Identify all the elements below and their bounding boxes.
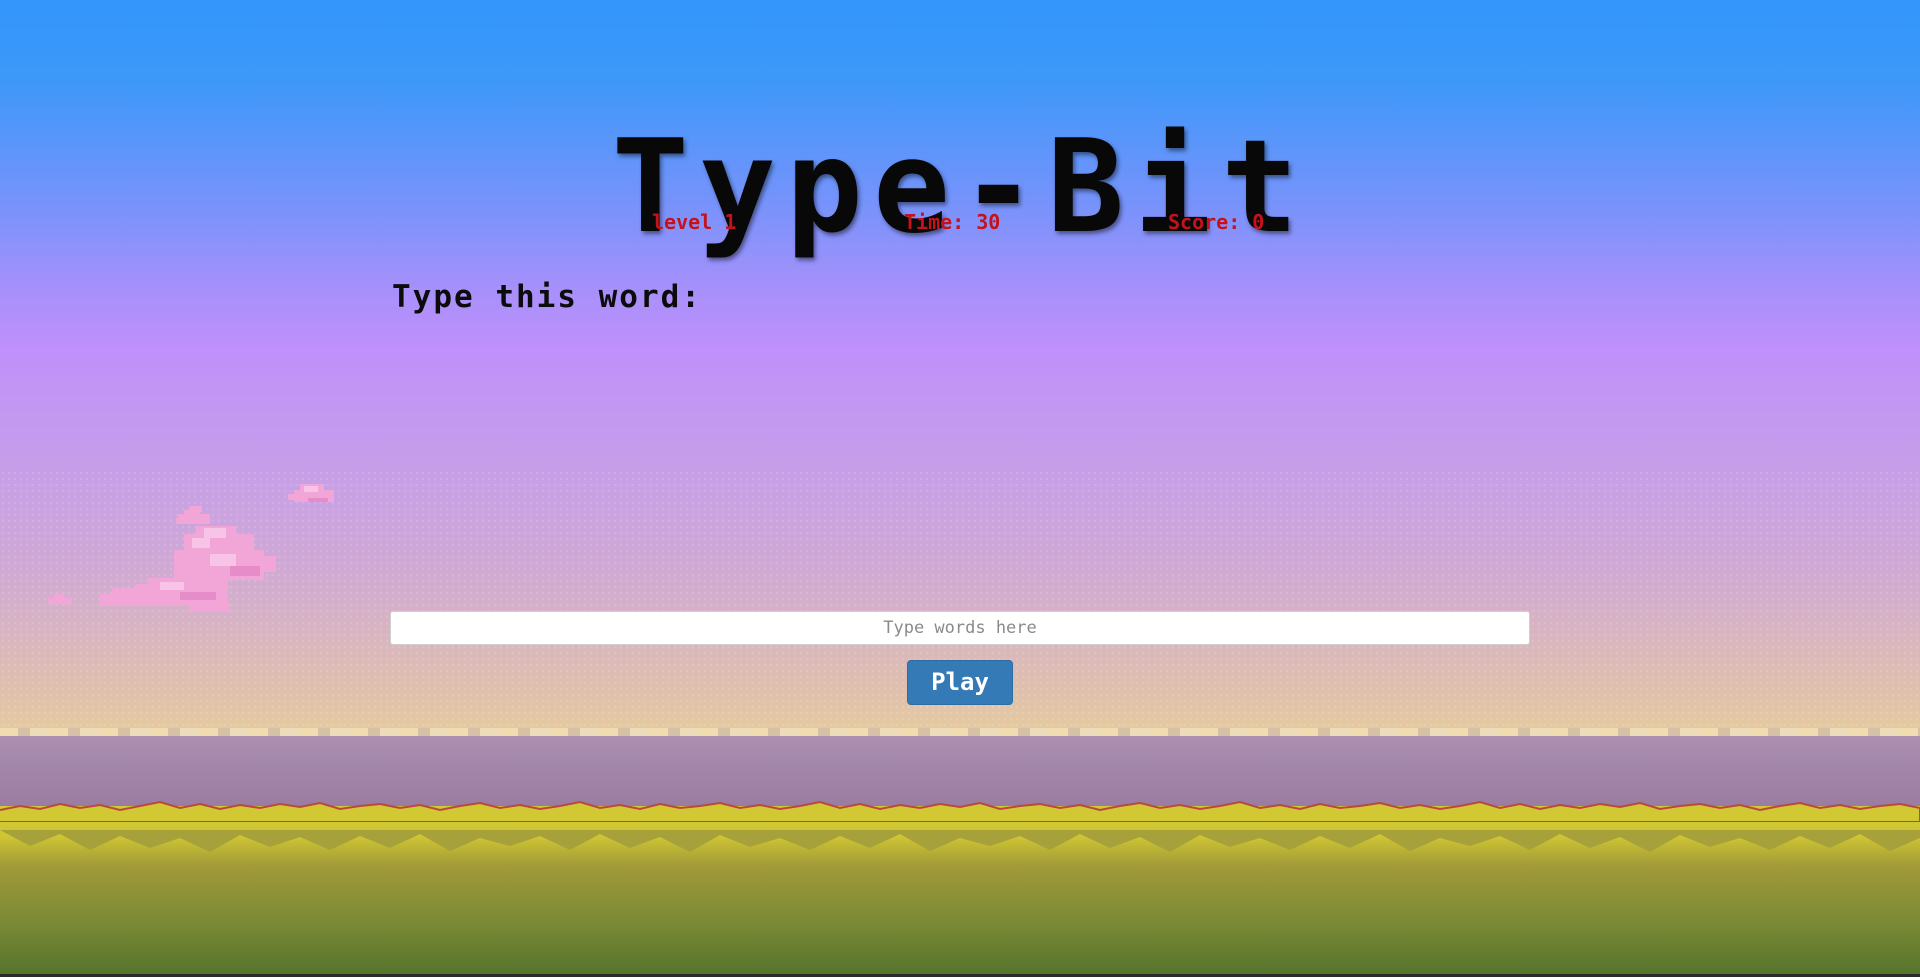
word-prompt: Type this word: [392,279,716,315]
level-indicator: level 1 [652,210,737,234]
play-button[interactable]: Play [907,660,1013,705]
grass-ground [0,806,1920,977]
pink-cloud-cluster [48,484,334,612]
word-input[interactable] [390,611,1530,645]
word-prompt-label: Type this word: [392,279,702,315]
water-band [0,736,1920,812]
horizon-line [0,728,1920,736]
score-indicator: Score: 0 [1168,210,1265,234]
time-indicator: Time: 30 [904,210,1001,234]
